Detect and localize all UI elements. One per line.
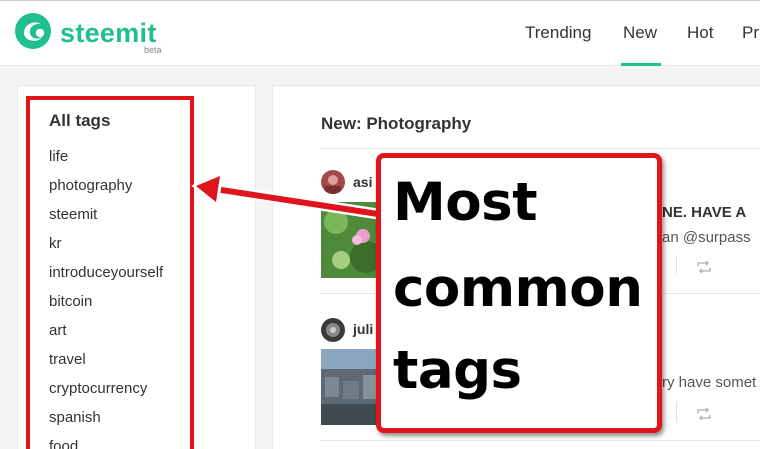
callout-text: Most	[393, 172, 538, 233]
author-avatar[interactable]	[321, 318, 345, 342]
divider	[676, 255, 677, 275]
post-title[interactable]: NE. HAVE A	[662, 204, 746, 221]
brand-name[interactable]: steemit	[60, 18, 157, 49]
divider	[676, 402, 677, 422]
post-author[interactable]: juli	[353, 321, 373, 337]
nav-trending[interactable]: Trending	[525, 23, 591, 43]
reblog-icon[interactable]	[696, 261, 712, 273]
nav-hot[interactable]: Hot	[687, 23, 713, 43]
author-avatar[interactable]	[321, 170, 345, 194]
post-excerpt[interactable]: ry have somet	[662, 374, 756, 391]
steemit-logo-icon[interactable]	[14, 12, 52, 50]
beta-label: beta	[144, 45, 162, 55]
tags-highlight-box	[26, 96, 194, 449]
feed-title: New: Photography	[321, 114, 472, 133]
divider	[320, 148, 760, 149]
post-excerpt[interactable]: an @surpass	[662, 229, 751, 246]
callout-text: tags	[393, 340, 522, 401]
reblog-icon[interactable]	[696, 408, 712, 420]
post-thumbnail[interactable]	[321, 202, 381, 278]
nav-promoted[interactable]: Pr	[742, 23, 759, 43]
divider	[320, 440, 760, 441]
post-author[interactable]: asi	[353, 174, 372, 190]
callout-text: common	[393, 258, 643, 319]
nav-active-indicator	[621, 63, 661, 66]
post-thumbnail[interactable]	[321, 349, 381, 425]
nav-new[interactable]: New	[623, 23, 657, 43]
